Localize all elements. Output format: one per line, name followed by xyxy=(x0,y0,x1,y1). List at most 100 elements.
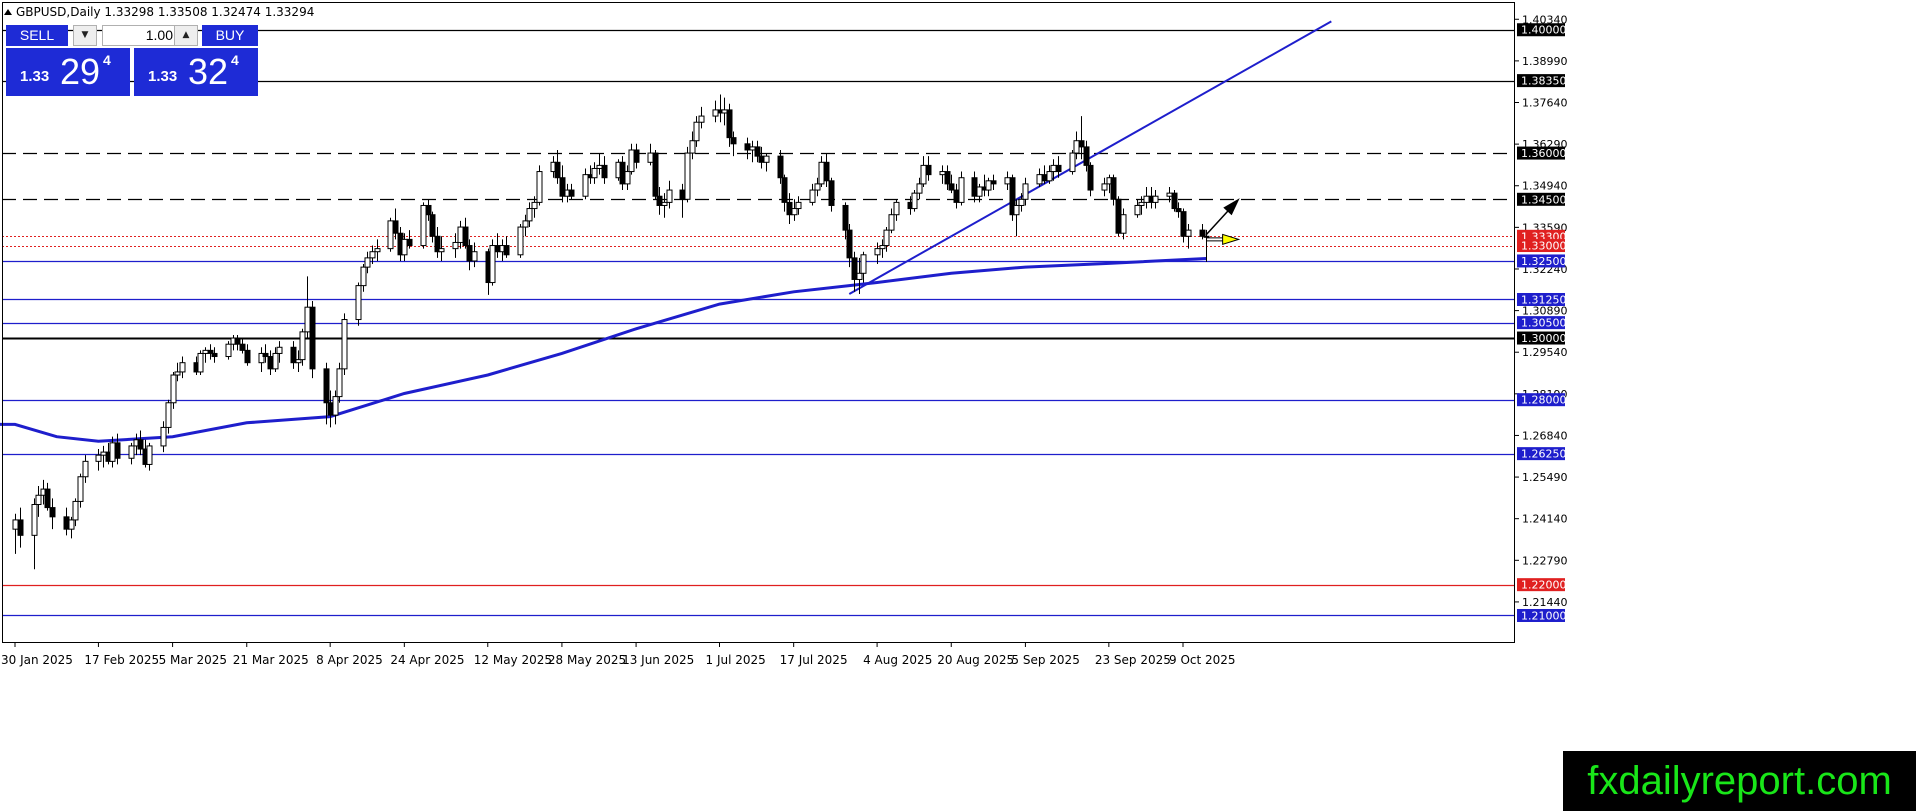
candle-body xyxy=(170,374,177,404)
candle xyxy=(818,156,825,187)
candle-body xyxy=(1083,146,1090,166)
candle-body xyxy=(1055,164,1062,173)
candle-body xyxy=(693,121,700,142)
candle-body xyxy=(429,214,436,237)
candle-body xyxy=(197,352,204,373)
candle-body xyxy=(276,346,283,354)
candle xyxy=(582,168,589,200)
candle xyxy=(717,94,724,123)
candle xyxy=(406,230,413,249)
candle xyxy=(601,156,608,184)
candle xyxy=(1110,174,1117,206)
candle-body xyxy=(559,177,566,197)
buy-button[interactable]: BUY xyxy=(202,25,258,46)
level-price-label: 1.31250 xyxy=(1517,292,1567,306)
candle-body xyxy=(1013,204,1020,216)
buy-quote-fraction: 4 xyxy=(231,52,239,68)
candle-body xyxy=(726,109,733,139)
candle-body xyxy=(860,254,867,274)
price-tick-label: 1.26840 xyxy=(1522,429,1568,442)
candle xyxy=(971,171,978,203)
chevron-down-icon: ▼ xyxy=(81,30,89,40)
projection-arrow xyxy=(1205,198,1240,236)
candle xyxy=(197,350,204,376)
candle xyxy=(809,183,816,206)
candle-body xyxy=(225,343,232,358)
buy-quote[interactable]: 1.33 32 4 xyxy=(134,48,258,96)
candle-body xyxy=(234,337,241,345)
chart-header: GBPUSD,Daily 1.33298 1.33508 1.32474 1.3… xyxy=(4,5,314,19)
candle xyxy=(146,442,153,471)
candle xyxy=(82,455,89,483)
candle-body xyxy=(63,516,70,530)
sell-button[interactable]: SELL xyxy=(6,25,68,46)
date-tick-label: 9 Oct 2025 xyxy=(1169,653,1236,667)
buy-quote-prefix: 1.33 xyxy=(148,68,178,85)
candle xyxy=(114,433,121,465)
candle-body xyxy=(1018,198,1025,206)
candle-body xyxy=(749,146,756,151)
date-tick-label: 28 May 2025 xyxy=(548,653,626,667)
symbol-menu-icon[interactable] xyxy=(4,9,12,15)
candle-body xyxy=(948,183,955,191)
candle-body xyxy=(77,476,84,502)
candle-body xyxy=(406,238,413,247)
level-label-text: 1.22000 xyxy=(1521,579,1567,592)
level-label-text: 1.21000 xyxy=(1521,609,1567,622)
date-tick-label: 13 Jun 2025 xyxy=(622,653,694,667)
projection-arrow xyxy=(1206,233,1241,246)
candle xyxy=(554,149,561,184)
candle xyxy=(503,236,510,258)
candle-body xyxy=(1041,174,1048,182)
candle-body xyxy=(874,248,881,256)
candle-body xyxy=(1101,183,1108,191)
candle-body xyxy=(1036,174,1043,185)
candle xyxy=(763,153,770,172)
candle xyxy=(1041,165,1048,184)
candle xyxy=(429,211,436,243)
candle-body xyxy=(1087,164,1094,191)
price-tick-label: 1.22790 xyxy=(1522,554,1568,567)
candle xyxy=(925,156,932,181)
candle xyxy=(679,183,686,218)
chart-title: GBPUSD,Daily 1.33298 1.33508 1.32474 1.3… xyxy=(16,5,314,19)
price-chart[interactable]: 1.403401.389901.376401.362901.349401.335… xyxy=(0,0,1916,811)
candle xyxy=(434,227,441,258)
candle-body xyxy=(786,201,793,216)
lot-increase-button[interactable]: ▲ xyxy=(174,25,198,46)
candle xyxy=(457,220,464,249)
candle-body xyxy=(420,204,427,247)
candle-body xyxy=(109,442,116,462)
candle-body xyxy=(425,204,432,216)
candle-body xyxy=(684,152,691,200)
candle-body xyxy=(777,155,784,179)
candle-body xyxy=(1138,201,1145,206)
candle xyxy=(49,498,56,530)
candle-body xyxy=(72,500,79,521)
candle xyxy=(596,153,603,175)
candle xyxy=(647,143,654,166)
candle xyxy=(990,174,997,191)
candle-body xyxy=(1069,152,1076,173)
sell-quote[interactable]: 1.33 29 4 xyxy=(6,48,130,96)
candle-body xyxy=(795,201,802,210)
candle-body xyxy=(763,155,770,163)
candle-body xyxy=(355,285,362,321)
candle-body xyxy=(828,180,835,206)
candle xyxy=(244,344,251,366)
candle xyxy=(684,146,691,203)
candle-body xyxy=(12,519,19,530)
candle-body xyxy=(211,352,218,358)
candle xyxy=(355,282,362,326)
candle-body xyxy=(327,402,334,416)
time-axis: 30 Jan 2025 17 Feb 2025 5 Mar 2025 21 Mar 2… xyxy=(1,642,1236,667)
level-label-text: 1.34500 xyxy=(1521,193,1567,206)
level-label-text: 1.31250 xyxy=(1521,293,1567,306)
date-tick-label: 4 Aug 2025 xyxy=(863,653,932,667)
candle xyxy=(128,442,135,465)
candle-body xyxy=(856,272,863,280)
lot-size-input[interactable]: 1.00 xyxy=(102,25,180,46)
horizontal-levels-layer xyxy=(2,29,1514,617)
lot-decrease-button[interactable]: ▼ xyxy=(73,25,97,46)
candle-body xyxy=(360,266,367,287)
